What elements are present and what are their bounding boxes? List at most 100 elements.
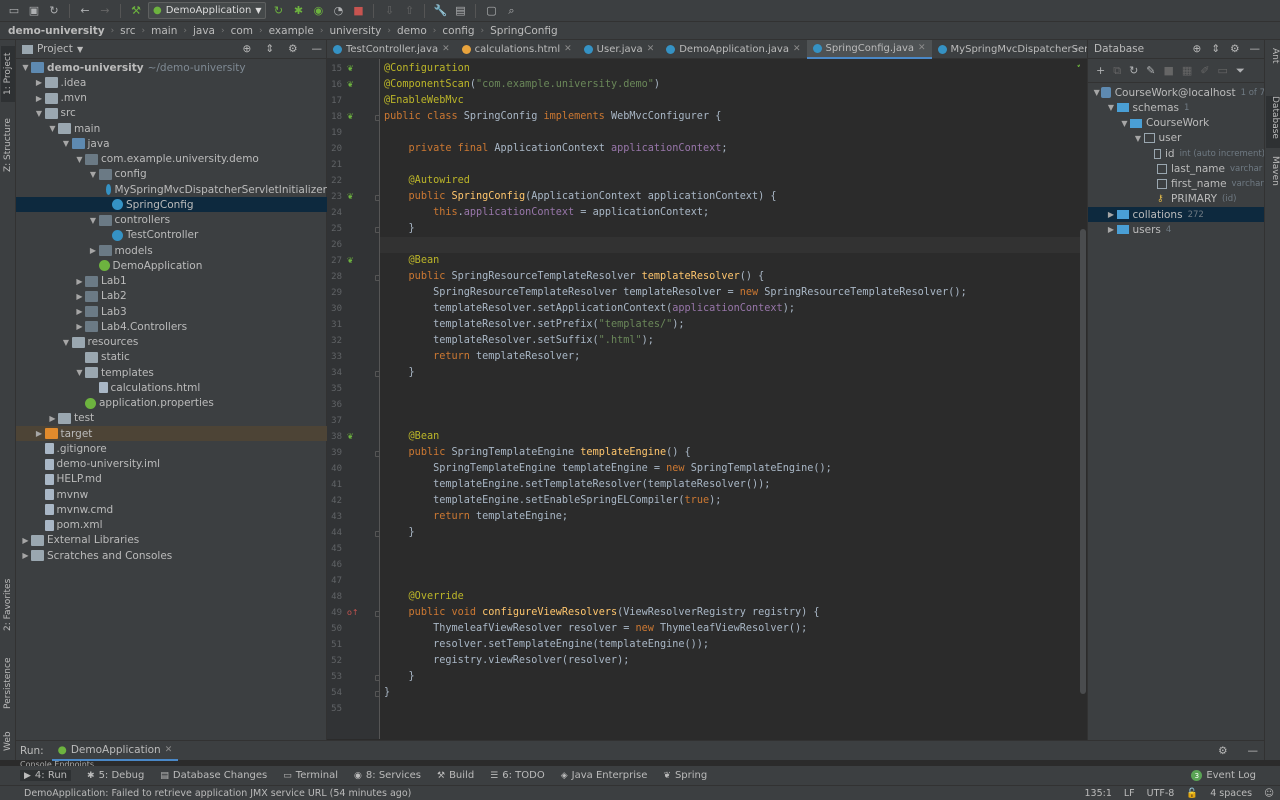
vcs-update-icon[interactable]: ⇩	[381, 3, 397, 19]
tree-item[interactable]: demo-university.iml	[16, 457, 327, 472]
tree-item[interactable]: ▼ src	[16, 106, 327, 121]
tree-item[interactable]: ▼ config	[16, 167, 327, 182]
database-tree-item[interactable]: first_name varchar	[1088, 177, 1265, 192]
expanded-arrow-icon[interactable]: ▼	[1133, 134, 1144, 143]
debug-icon[interactable]: ✱	[290, 3, 306, 19]
tab-favorites[interactable]: 2: Favorites	[1, 572, 15, 638]
tree-item[interactable]: ▶ Lab2	[16, 289, 327, 304]
breadcrumb-item[interactable]: main	[151, 25, 177, 37]
expanded-arrow-icon[interactable]: ▼	[34, 109, 45, 118]
database-tree-item[interactable]: ▼ user	[1088, 131, 1265, 146]
tool-window-button[interactable]: ▭ Terminal	[283, 770, 338, 781]
database-tree-item[interactable]: ▼ CourseWork@localhost 1 of 7	[1088, 85, 1265, 100]
status-message[interactable]: DemoApplication: Failed to retrieve appl…	[24, 788, 411, 799]
indent-setting[interactable]: 4 spaces	[1210, 788, 1252, 799]
expanded-arrow-icon[interactable]: ▼	[88, 170, 99, 179]
breadcrumb-item[interactable]: example	[269, 25, 314, 37]
expanded-arrow-icon[interactable]: ▼	[1119, 119, 1130, 128]
database-tree-item[interactable]: ⚷ PRIMARY (id)	[1088, 192, 1265, 207]
tab-structure[interactable]: Z: Structure	[1, 112, 15, 178]
tab-database[interactable]: Database	[1266, 96, 1280, 148]
database-tree-item[interactable]: id int (auto increment)	[1088, 146, 1265, 161]
tool-window-button[interactable]: ◈ Java Enterprise	[561, 770, 648, 781]
collapsed-arrow-icon[interactable]: ▶	[47, 414, 58, 423]
tool-window-button[interactable]: ⚒ Build	[437, 770, 474, 781]
collapsed-arrow-icon[interactable]: ▶	[20, 551, 31, 560]
collapsed-arrow-icon[interactable]: ▶	[1106, 225, 1117, 234]
collapsed-arrow-icon[interactable]: ▶	[20, 536, 31, 545]
file-encoding[interactable]: UTF-8	[1147, 788, 1175, 799]
tree-item[interactable]: mvnw	[16, 487, 327, 502]
scrollbar-thumb[interactable]	[1080, 229, 1086, 694]
tree-item[interactable]: mvnw.cmd	[16, 502, 327, 517]
override-icon[interactable]: o↑	[347, 608, 359, 618]
lock-icon[interactable]: 🔓	[1186, 788, 1198, 799]
collapse-all-icon[interactable]: ⇕	[1211, 43, 1220, 55]
back-arrow-icon[interactable]: ←	[77, 3, 93, 19]
breadcrumb-item[interactable]: university	[329, 25, 381, 37]
editor-tab[interactable]: User.java ✕	[578, 40, 661, 59]
tree-item[interactable]: static	[16, 350, 327, 365]
database-tree-item[interactable]: ▼ schemas 1	[1088, 100, 1265, 115]
tree-item[interactable]: ▼ resources	[16, 335, 327, 350]
collapsed-arrow-icon[interactable]: ▶	[34, 429, 45, 438]
tree-item[interactable]: ▶ Lab1	[16, 274, 327, 289]
expanded-arrow-icon[interactable]: ▼	[88, 216, 99, 225]
spring-bean-icon[interactable]: ❦	[347, 64, 357, 74]
close-icon[interactable]: ✕	[647, 44, 655, 54]
tree-item[interactable]: MySpringMvcDispatcherServletInitializer	[16, 182, 327, 197]
project-view-select[interactable]: Project	[37, 43, 73, 55]
breadcrumb-item[interactable]: src	[120, 25, 135, 37]
tree-item[interactable]: ▶ .mvn	[16, 91, 327, 106]
tab-web[interactable]: Web	[1, 726, 15, 756]
collapsed-arrow-icon[interactable]: ▶	[74, 322, 85, 331]
tool-window-button[interactable]: ▤ Database Changes	[160, 770, 267, 781]
breadcrumb-item[interactable]: config	[442, 25, 474, 37]
tab-maven[interactable]: Maven	[1266, 156, 1280, 196]
edit-icon[interactable]: ✐	[1200, 64, 1209, 77]
inspector-icon[interactable]: ☺	[1264, 788, 1274, 799]
duplicate-icon[interactable]: ⧉	[1113, 64, 1121, 78]
tree-item[interactable]: DemoApplication	[16, 258, 327, 273]
tool-window-button[interactable]: ✱ 5: Debug	[87, 770, 144, 781]
gear-icon[interactable]: ⚙	[1230, 43, 1239, 55]
tree-item[interactable]: ▶ target	[16, 426, 327, 441]
presentation-icon[interactable]: ▢	[483, 3, 499, 19]
line-separator[interactable]: LF	[1124, 788, 1135, 799]
database-tree-item[interactable]: ▶ users 4	[1088, 222, 1265, 237]
close-icon[interactable]: ✕	[165, 745, 173, 755]
save-all-icon[interactable]: ▣	[26, 3, 42, 19]
globe-icon[interactable]: ⊕	[1192, 43, 1201, 55]
settings-wrench-icon[interactable]: 🔧	[432, 3, 448, 19]
tree-item[interactable]: TestController	[16, 228, 327, 243]
tree-item[interactable]: ▼ templates	[16, 365, 327, 380]
add-icon[interactable]: +	[1096, 64, 1105, 77]
editor-tab[interactable]: TestController.java ✕	[327, 40, 456, 59]
hide-panel-icon[interactable]: —	[312, 43, 323, 55]
database-tree-item[interactable]: ▶ collations 272	[1088, 207, 1265, 222]
spring-bean-icon[interactable]: ❦	[347, 80, 357, 90]
tool-window-button[interactable]: ▶ 4: Run	[20, 770, 72, 781]
collapsed-arrow-icon[interactable]: ▶	[74, 277, 85, 286]
expanded-arrow-icon[interactable]: ▼	[61, 139, 72, 148]
tree-item[interactable]: ▶ Lab4.Controllers	[16, 319, 327, 334]
filter-icon[interactable]: ⏷	[1236, 64, 1245, 78]
chevron-down-icon[interactable]: ▼	[77, 45, 83, 54]
sync-icon[interactable]: ↻	[46, 3, 62, 19]
expanded-arrow-icon[interactable]: ▼	[74, 368, 85, 377]
tree-item[interactable]: ▼ java	[16, 136, 327, 151]
rerun-icon[interactable]: ↻	[270, 3, 286, 19]
collapsed-arrow-icon[interactable]: ▶	[34, 94, 45, 103]
stop-icon[interactable]: ■	[350, 3, 366, 19]
expanded-arrow-icon[interactable]: ▼	[61, 338, 72, 347]
editor-tab[interactable]: SpringConfig.java ✕	[806, 39, 932, 59]
database-tree-item[interactable]: last_name varchar	[1088, 161, 1265, 176]
tree-item[interactable]: application.properties	[16, 396, 327, 411]
search-icon[interactable]: ⌕	[503, 3, 519, 19]
tree-item[interactable]: ▶ .idea	[16, 75, 327, 90]
locate-target-icon[interactable]: ⊕	[242, 43, 251, 55]
expanded-arrow-icon[interactable]: ▼	[20, 63, 31, 72]
console-icon[interactable]: ▭	[1218, 64, 1228, 77]
spring-bean-icon[interactable]: ❦	[347, 112, 357, 122]
editor-tab[interactable]: calculations.html ✕	[456, 40, 578, 59]
